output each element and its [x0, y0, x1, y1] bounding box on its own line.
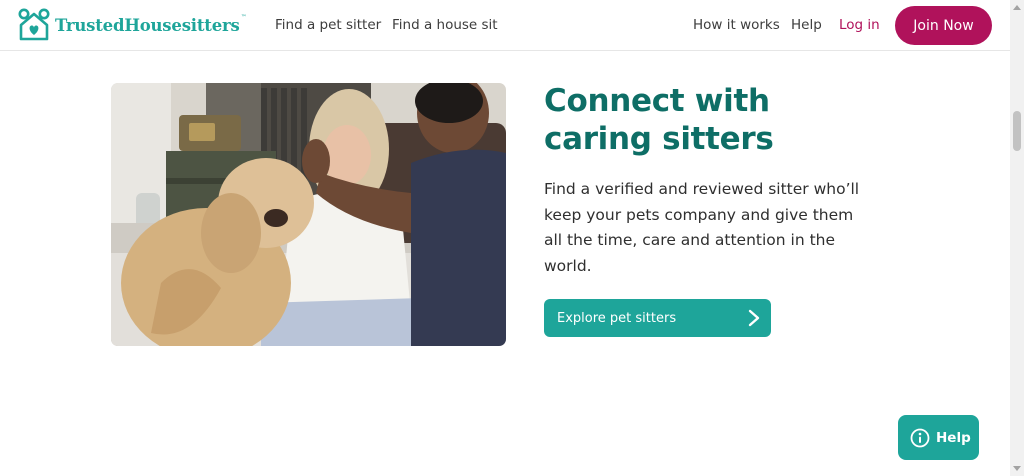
login-link[interactable]: Log in — [839, 17, 880, 33]
nav-find-pet-sitter[interactable]: Find a pet sitter — [275, 17, 381, 33]
info-icon — [910, 428, 930, 448]
scroll-up-arrow-icon[interactable] — [1013, 5, 1021, 10]
hero-photo — [111, 83, 506, 346]
site-header: TrustedHousesitters ™ Find a pet sitter … — [0, 0, 1010, 51]
hero-title: Connect with caring sitters — [544, 83, 774, 157]
couple-with-dog-illustration — [111, 83, 506, 346]
explore-button-label: Explore pet sitters — [557, 310, 677, 326]
explore-pet-sitters-button[interactable]: Explore pet sitters — [544, 299, 771, 337]
nav-find-house-sit[interactable]: Find a house sit — [392, 17, 498, 33]
join-now-button[interactable]: Join Now — [895, 6, 992, 45]
scrollbar-thumb[interactable] — [1013, 111, 1021, 151]
nav-how-it-works[interactable]: How it works — [693, 17, 780, 33]
logo-trademark: ™ — [240, 13, 247, 21]
help-widget-label: Help — [936, 429, 971, 446]
scroll-down-arrow-icon[interactable] — [1013, 466, 1021, 471]
hero-description: Find a verified and reviewed sitter who’… — [544, 180, 860, 275]
nav-help[interactable]: Help — [791, 17, 822, 33]
help-widget-button[interactable]: Help — [898, 415, 979, 460]
house-heart-logo-icon — [18, 8, 50, 41]
page-scrollbar[interactable] — [1010, 0, 1024, 476]
logo-wordmark: TrustedHousesitters — [55, 15, 240, 35]
logo[interactable]: TrustedHousesitters ™ — [18, 8, 247, 42]
chevron-right-icon — [748, 309, 760, 327]
